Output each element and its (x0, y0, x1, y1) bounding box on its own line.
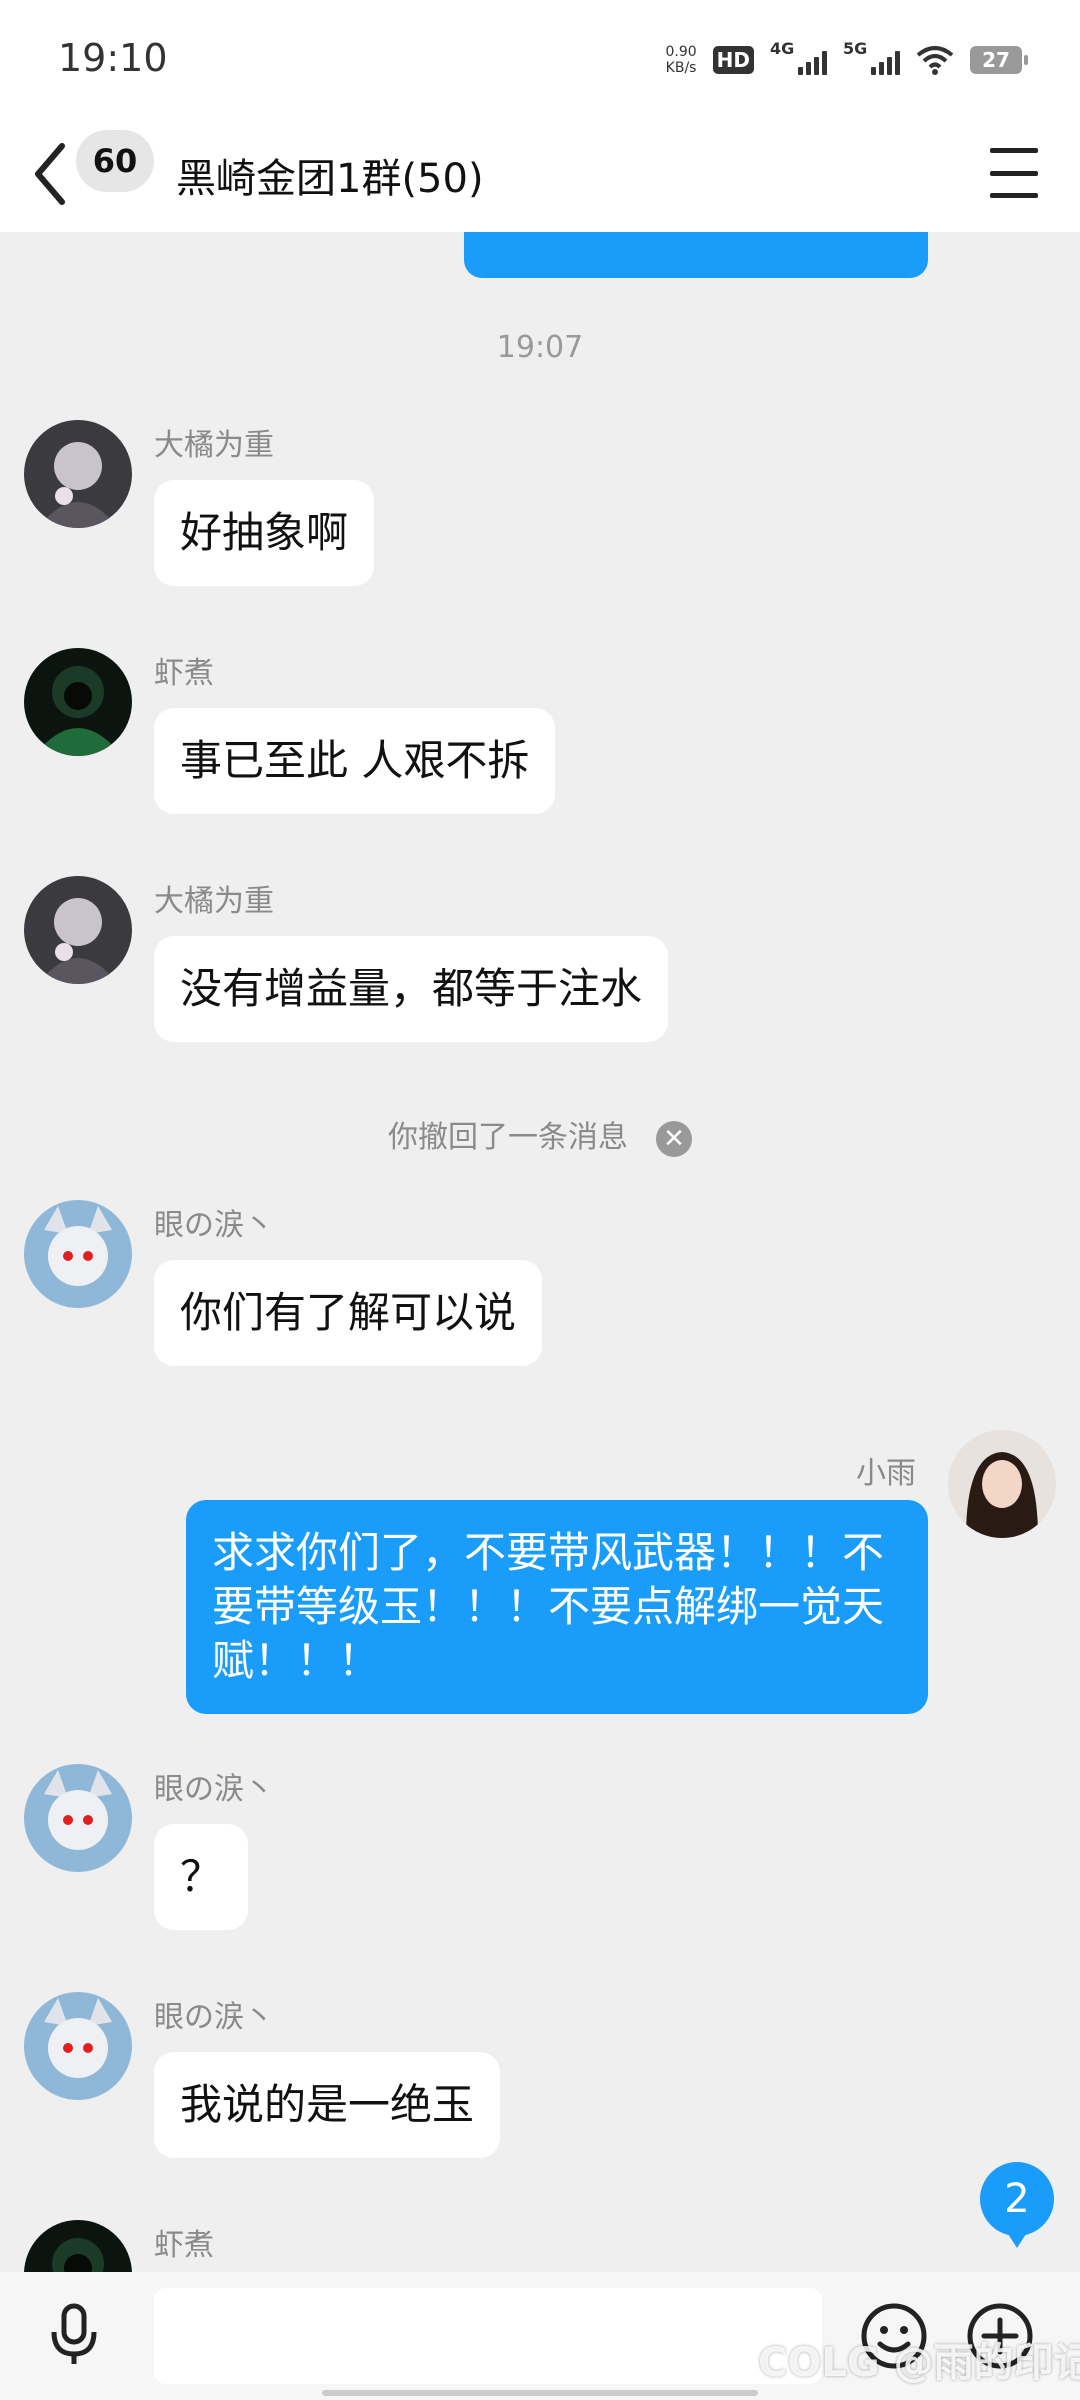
chat-header: 60 黑崎金团1群(50) (0, 116, 1080, 232)
hd-voice-icon: HD (712, 46, 754, 74)
unread-count-badge[interactable]: 60 (76, 130, 154, 192)
message-list[interactable]: 无话可说了。。。。 19:07 大橘为重 好抽象啊 虾煮 事已至此 人艰不拆 大… (0, 232, 1080, 2272)
message-bubble[interactable]: 好抽象啊 (154, 480, 375, 586)
message-input[interactable] (154, 2288, 822, 2384)
avatar[interactable] (24, 1764, 132, 1872)
message-bubble[interactable]: 事已至此 人艰不拆 (154, 708, 556, 814)
back-arrow-icon[interactable] (30, 140, 70, 208)
status-bar: 19:10 0.90 KB/s HD 4G 5G 27 (0, 0, 1080, 116)
message-bubble[interactable]: 没有增益量，都等于注水 (154, 936, 669, 1042)
status-icons: 0.90 KB/s HD 4G 5G 27 (665, 38, 1028, 82)
avatar[interactable] (24, 648, 132, 756)
chat-screen: 19:10 0.90 KB/s HD 4G 5G 27 60 黑崎金团1群(50… (0, 0, 1080, 2400)
avatar[interactable] (24, 876, 132, 984)
outgoing-message-partial[interactable]: 无话可说了。。。。 (464, 232, 928, 278)
message-bubble[interactable]: ？ (154, 1824, 249, 1930)
sender-name: 大橘为重 (154, 884, 274, 919)
new-messages-badge[interactable]: 2 (980, 2162, 1054, 2248)
sender-name: 大橘为重 (154, 428, 274, 463)
microphone-icon[interactable] (44, 2302, 104, 2368)
signal-5g-icon: 5G (843, 39, 900, 75)
avatar[interactable] (24, 1992, 132, 2100)
home-indicator (322, 2390, 758, 2396)
avatar[interactable] (24, 1200, 132, 1308)
sender-name: 虾煮 (154, 656, 214, 691)
watermark: COLG @雨的印记 (758, 2340, 1080, 2386)
avatar[interactable] (24, 420, 132, 528)
recall-notice: 你撤回了一条消息 ✕ (0, 1112, 1080, 1157)
message-bubble[interactable]: 你们有了解可以说 (154, 1260, 543, 1366)
network-speed: 0.90 KB/s (665, 44, 697, 76)
status-time: 19:10 (58, 36, 168, 80)
message-bubble[interactable]: 求求你们了，不要带风武器！！！不要带等级玉！！！不要点解绑一觉天赋！！！ (186, 1500, 928, 1714)
battery-icon: 27 (970, 46, 1028, 74)
chat-title[interactable]: 黑崎金团1群(50) (176, 146, 484, 204)
signal-4g-icon: 4G (770, 39, 827, 75)
close-icon[interactable]: ✕ (656, 1120, 692, 1157)
sender-name: 小雨 (856, 1456, 916, 1491)
avatar[interactable] (24, 2220, 132, 2272)
avatar[interactable] (948, 1430, 1056, 1538)
message-bubble[interactable]: 我说的是一绝玉 (154, 2052, 501, 2158)
sender-name: 眼の涙丶 (154, 1208, 274, 1243)
menu-icon[interactable] (990, 148, 1038, 198)
wifi-icon (916, 46, 954, 75)
time-separator: 19:07 (496, 330, 584, 365)
sender-name: 虾煮 (154, 2228, 214, 2263)
sender-name: 眼の涙丶 (154, 2000, 274, 2035)
sender-name: 眼の涙丶 (154, 1772, 274, 1807)
